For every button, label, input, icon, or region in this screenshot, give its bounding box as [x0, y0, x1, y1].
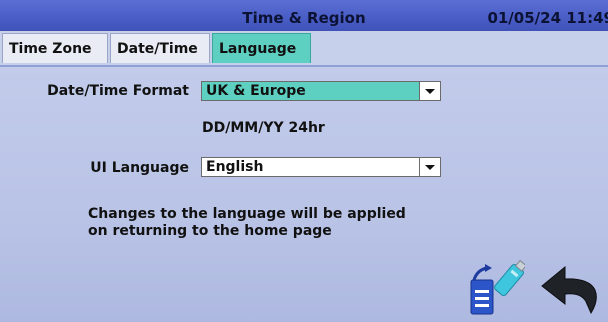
- chevron-down-icon[interactable]: [419, 82, 440, 100]
- note-line-2: on returning to the home page: [88, 223, 332, 239]
- clock: 01/05/24 11:49: [487, 9, 608, 27]
- time-region-screen: Time & Region 01/05/24 11:49 Time Zone D…: [0, 0, 608, 322]
- tab-bar: Time Zone Date/Time Language: [0, 31, 608, 67]
- ui-language-select[interactable]: English: [201, 157, 441, 177]
- ui-language-label: UI Language: [90, 160, 189, 176]
- tab-language[interactable]: Language: [212, 33, 311, 63]
- note-line-1: Changes to the language will be applied: [88, 206, 406, 222]
- date-time-format-select[interactable]: UK & Europe: [201, 81, 441, 101]
- tab-time-zone[interactable]: Time Zone: [2, 33, 108, 63]
- back-arrow-icon[interactable]: [539, 264, 601, 314]
- chevron-down-icon[interactable]: [419, 158, 440, 176]
- date-time-format-value: UK & Europe: [206, 83, 306, 99]
- date-time-format-label: Date/Time Format: [47, 83, 189, 99]
- usb-export-icon[interactable]: [465, 258, 525, 318]
- tab-date-time[interactable]: Date/Time: [110, 33, 210, 63]
- title-bar: Time & Region 01/05/24 11:49: [0, 0, 608, 32]
- language-change-note: Changes to the language will be applied …: [88, 206, 468, 240]
- date-format-description: DD/MM/YY 24hr: [202, 120, 325, 136]
- ui-language-value: English: [206, 159, 264, 175]
